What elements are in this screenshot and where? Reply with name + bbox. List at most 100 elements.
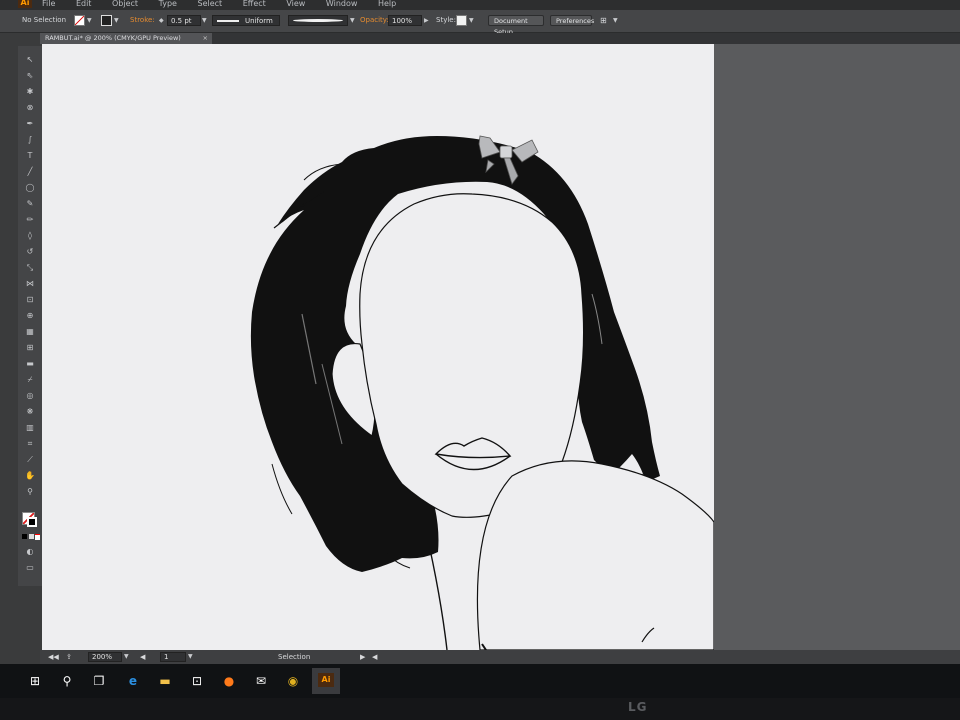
opacity-arrow-icon[interactable]: ▶ — [424, 15, 429, 26]
illustrator-logo: Ai — [18, 0, 32, 8]
preferences-button[interactable]: Preferences — [550, 15, 594, 26]
paintbrush-tool-icon[interactable]: ✎ — [21, 198, 39, 210]
profile-line-icon — [217, 20, 239, 22]
eyedropper-tool-icon[interactable]: ⌿ — [21, 374, 39, 386]
zoom-tool-icon[interactable]: ⚲ — [21, 486, 39, 498]
lasso-tool-icon[interactable]: ⊗ — [21, 102, 39, 114]
status-arrow-icon[interactable]: ▶ — [360, 652, 365, 662]
scale-tool-icon[interactable]: ⤡ — [21, 262, 39, 274]
line-tool-icon[interactable]: ╱ — [21, 166, 39, 178]
shape-builder-tool-icon[interactable]: ⊕ — [21, 310, 39, 322]
brush-dropdown-icon[interactable]: ▼ — [350, 15, 355, 26]
brush-stroke-icon — [293, 19, 343, 22]
menu-view[interactable]: View — [286, 0, 305, 8]
draw-mode-icon[interactable]: ◐ — [21, 546, 39, 558]
gradient-tool-icon[interactable]: ▬ — [21, 358, 39, 370]
gradient-mode-icon[interactable] — [29, 534, 34, 539]
document-tab-title: RAMBUT.ai* @ 200% (CMYK/GPU Preview) — [45, 34, 181, 42]
selection-tool-icon[interactable]: ↖ — [21, 54, 39, 66]
eraser-tool-icon[interactable]: ◊ — [21, 230, 39, 242]
stroke-color-icon[interactable] — [27, 517, 37, 527]
hand-tool-icon[interactable]: ✋ — [21, 470, 39, 482]
opacity-label[interactable]: Opacity: — [360, 15, 389, 26]
fill-swatch[interactable] — [74, 15, 85, 26]
selection-status: No Selection — [22, 16, 67, 24]
menu-window[interactable]: Window — [326, 0, 358, 8]
stroke-label[interactable]: Stroke: — [130, 15, 155, 26]
zoom-field[interactable]: 200% — [88, 652, 122, 662]
tools-panel: ↖ ⇖ ✱ ⊗ ✒ ∫ T ╱ ◯ ✎ ✏ ◊ ↺ ⤡ ⋈ ⊡ ⊕ ▦ ⊞ ▬ … — [18, 46, 43, 586]
perspective-tool-icon[interactable]: ▦ — [21, 326, 39, 338]
stroke-dropdown-icon[interactable]: ▼ — [114, 15, 119, 26]
stroke-weight-field[interactable]: 0.5 pt — [167, 15, 201, 26]
variable-width-profile[interactable]: Uniform — [212, 15, 280, 26]
blend-tool-icon[interactable]: ◎ — [21, 390, 39, 402]
shoulder[interactable] — [476, 460, 714, 650]
search-icon[interactable]: ⚲ — [58, 672, 76, 690]
artboard[interactable] — [42, 44, 714, 650]
stroke-stepper-icon[interactable]: ◆ — [159, 15, 164, 26]
zoom-dropdown-icon[interactable]: ▼ — [124, 652, 129, 662]
file-explorer-icon[interactable]: ▬ — [156, 672, 174, 690]
artboard-tool-icon[interactable]: ⌗ — [21, 438, 39, 450]
control-bar: No Selection ▼ ▼ Stroke: ◆ 0.5 pt ▼ Unif… — [0, 10, 960, 36]
chrome-icon[interactable]: ◉ — [284, 672, 302, 690]
artboard-number-field[interactable]: 1 — [160, 652, 186, 662]
rotate-tool-icon[interactable]: ↺ — [21, 246, 39, 258]
profile-label: Uniform — [245, 17, 273, 25]
style-label: Style: — [436, 16, 456, 24]
monitor-bezel — [0, 698, 960, 720]
mesh-tool-icon[interactable]: ⊞ — [21, 342, 39, 354]
menu-object[interactable]: Object — [112, 0, 138, 8]
symbol-sprayer-tool-icon[interactable]: ❋ — [21, 406, 39, 418]
document-setup-button[interactable]: Document Setup — [488, 15, 544, 36]
windows-start-icon[interactable]: ⊞ — [26, 672, 44, 690]
monitor-brand-logo: LG — [628, 700, 648, 714]
screen-mode-icon[interactable]: ▭ — [21, 562, 39, 574]
export-icon[interactable]: ⇪ — [66, 652, 72, 662]
ellipse-tool-icon[interactable]: ◯ — [21, 182, 39, 194]
artwork-canvas[interactable] — [42, 44, 714, 650]
scroll-left-icon[interactable]: ◀ — [372, 652, 377, 662]
none-mode-icon[interactable] — [35, 534, 40, 540]
menu-edit[interactable]: Edit — [76, 0, 92, 8]
fill-dropdown-icon[interactable]: ▼ — [87, 15, 92, 26]
menu-effect[interactable]: Effect — [243, 0, 266, 8]
menu-select[interactable]: Select — [198, 0, 223, 8]
mail-icon[interactable]: ✉ — [252, 672, 270, 690]
pen-tool-icon[interactable]: ✒ — [21, 118, 39, 130]
direct-selection-tool-icon[interactable]: ⇖ — [21, 70, 39, 82]
type-tool-icon[interactable]: T — [21, 150, 39, 162]
store-icon[interactable]: ⊡ — [188, 672, 206, 690]
color-mode-icon[interactable] — [22, 534, 27, 539]
document-tab[interactable]: RAMBUT.ai* @ 200% (CMYK/GPU Preview) × — [40, 33, 212, 44]
style-dropdown-icon[interactable]: ▼ — [469, 15, 474, 26]
opacity-field[interactable]: 100% — [388, 15, 422, 26]
nav-arrow-icon[interactable]: ◀◀ — [48, 652, 59, 662]
artboard-dropdown-icon[interactable]: ▼ — [188, 652, 193, 662]
menu-help[interactable]: Help — [378, 0, 396, 8]
panel-menu-icon[interactable]: ▼ — [613, 15, 618, 26]
illustrator-taskbar-icon: Ai — [318, 673, 334, 687]
style-swatch[interactable] — [456, 15, 467, 26]
edge-browser-icon[interactable]: e — [124, 672, 142, 690]
prev-artboard-icon[interactable]: ◀ — [140, 652, 145, 662]
illustrator-taskbar-button[interactable]: Ai — [312, 668, 340, 694]
slice-tool-icon[interactable]: ⟋ — [21, 454, 39, 466]
arrange-documents-icon[interactable]: ⊞ — [600, 15, 607, 26]
firefox-icon[interactable]: ● — [220, 672, 238, 690]
column-graph-tool-icon[interactable]: ▥ — [21, 422, 39, 434]
width-tool-icon[interactable]: ⋈ — [21, 278, 39, 290]
free-transform-tool-icon[interactable]: ⊡ — [21, 294, 39, 306]
curvature-tool-icon[interactable]: ∫ — [21, 134, 39, 146]
magic-wand-tool-icon[interactable]: ✱ — [21, 86, 39, 98]
task-view-icon[interactable]: ❐ — [90, 672, 108, 690]
brush-definition[interactable] — [288, 15, 348, 26]
pencil-tool-icon[interactable]: ✏ — [21, 214, 39, 226]
close-tab-icon[interactable]: × — [203, 33, 208, 44]
menu-file[interactable]: File — [42, 0, 55, 8]
menu-bar: Ai File Edit Object Type Select Effect V… — [0, 0, 960, 10]
stroke-weight-dropdown-icon[interactable]: ▼ — [202, 15, 207, 26]
menu-type[interactable]: Type — [159, 0, 177, 8]
stroke-swatch[interactable] — [101, 15, 112, 26]
